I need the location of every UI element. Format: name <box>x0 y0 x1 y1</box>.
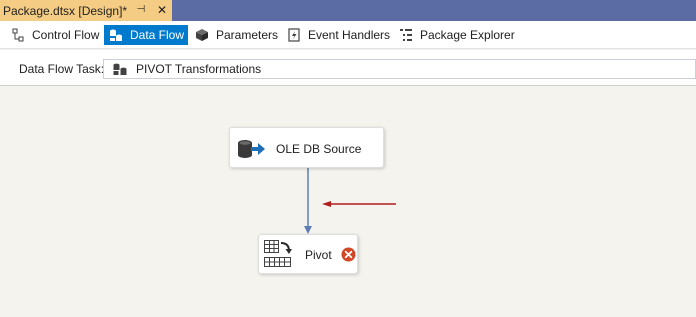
data-flow-task-label: Data Flow Task: <box>19 62 105 76</box>
ole-db-source-component[interactable]: OLE DB Source <box>229 127 384 168</box>
tab-package-explorer-label: Package Explorer <box>420 28 515 42</box>
data-flow-icon <box>108 27 124 43</box>
event-handlers-icon <box>286 27 302 43</box>
document-tab-title: Package.dtsx [Design]* <box>3 3 128 18</box>
tab-data-flow-label: Data Flow <box>130 28 185 42</box>
annotation-arrow-head <box>322 201 331 207</box>
ole-db-source-name: OLE DB Source <box>276 142 362 156</box>
ole-db-source-icon <box>237 139 267 159</box>
data-path-arrowhead <box>304 226 312 234</box>
designer-tab-bar: Control Flow Data Flow Parameters Event … <box>0 21 696 49</box>
tab-data-flow[interactable]: Data Flow <box>104 25 189 45</box>
canvas-connectors <box>304 168 396 234</box>
package-explorer-icon <box>398 27 414 43</box>
document-tab-strip: Package.dtsx [Design]* ⊣ ✕ <box>0 0 696 21</box>
tab-control-flow-label: Control Flow <box>32 28 100 42</box>
data-flow-task-value: PIVOT Transformations <box>136 62 262 76</box>
tab-parameters-label: Parameters <box>216 28 279 42</box>
document-tab[interactable]: Package.dtsx [Design]* ⊣ ✕ <box>0 0 172 21</box>
parameters-icon <box>194 27 210 43</box>
data-flow-task-row: Data Flow Task: PIVOT Transformations <box>0 50 696 86</box>
tab-event-handlers-label: Event Handlers <box>308 28 391 42</box>
error-icon[interactable] <box>341 247 356 262</box>
close-icon[interactable]: ✕ <box>155 2 169 18</box>
tab-event-handlers[interactable]: Event Handlers <box>282 25 394 45</box>
pivot-icon <box>263 239 293 269</box>
tab-package-explorer[interactable]: Package Explorer <box>394 25 519 45</box>
tab-parameters[interactable]: Parameters <box>190 25 282 45</box>
data-flow-task-select[interactable]: PIVOT Transformations <box>103 59 696 79</box>
data-flow-task-icon <box>112 62 128 76</box>
pivot-name: Pivot <box>305 248 332 262</box>
tab-control-flow[interactable]: Control Flow <box>6 25 103 45</box>
pivot-component[interactable]: Pivot <box>258 234 358 274</box>
control-flow-icon <box>10 27 26 43</box>
data-flow-canvas[interactable]: OLE DB Source Pivot <box>0 87 696 317</box>
pin-icon[interactable]: ⊣ <box>134 3 148 17</box>
